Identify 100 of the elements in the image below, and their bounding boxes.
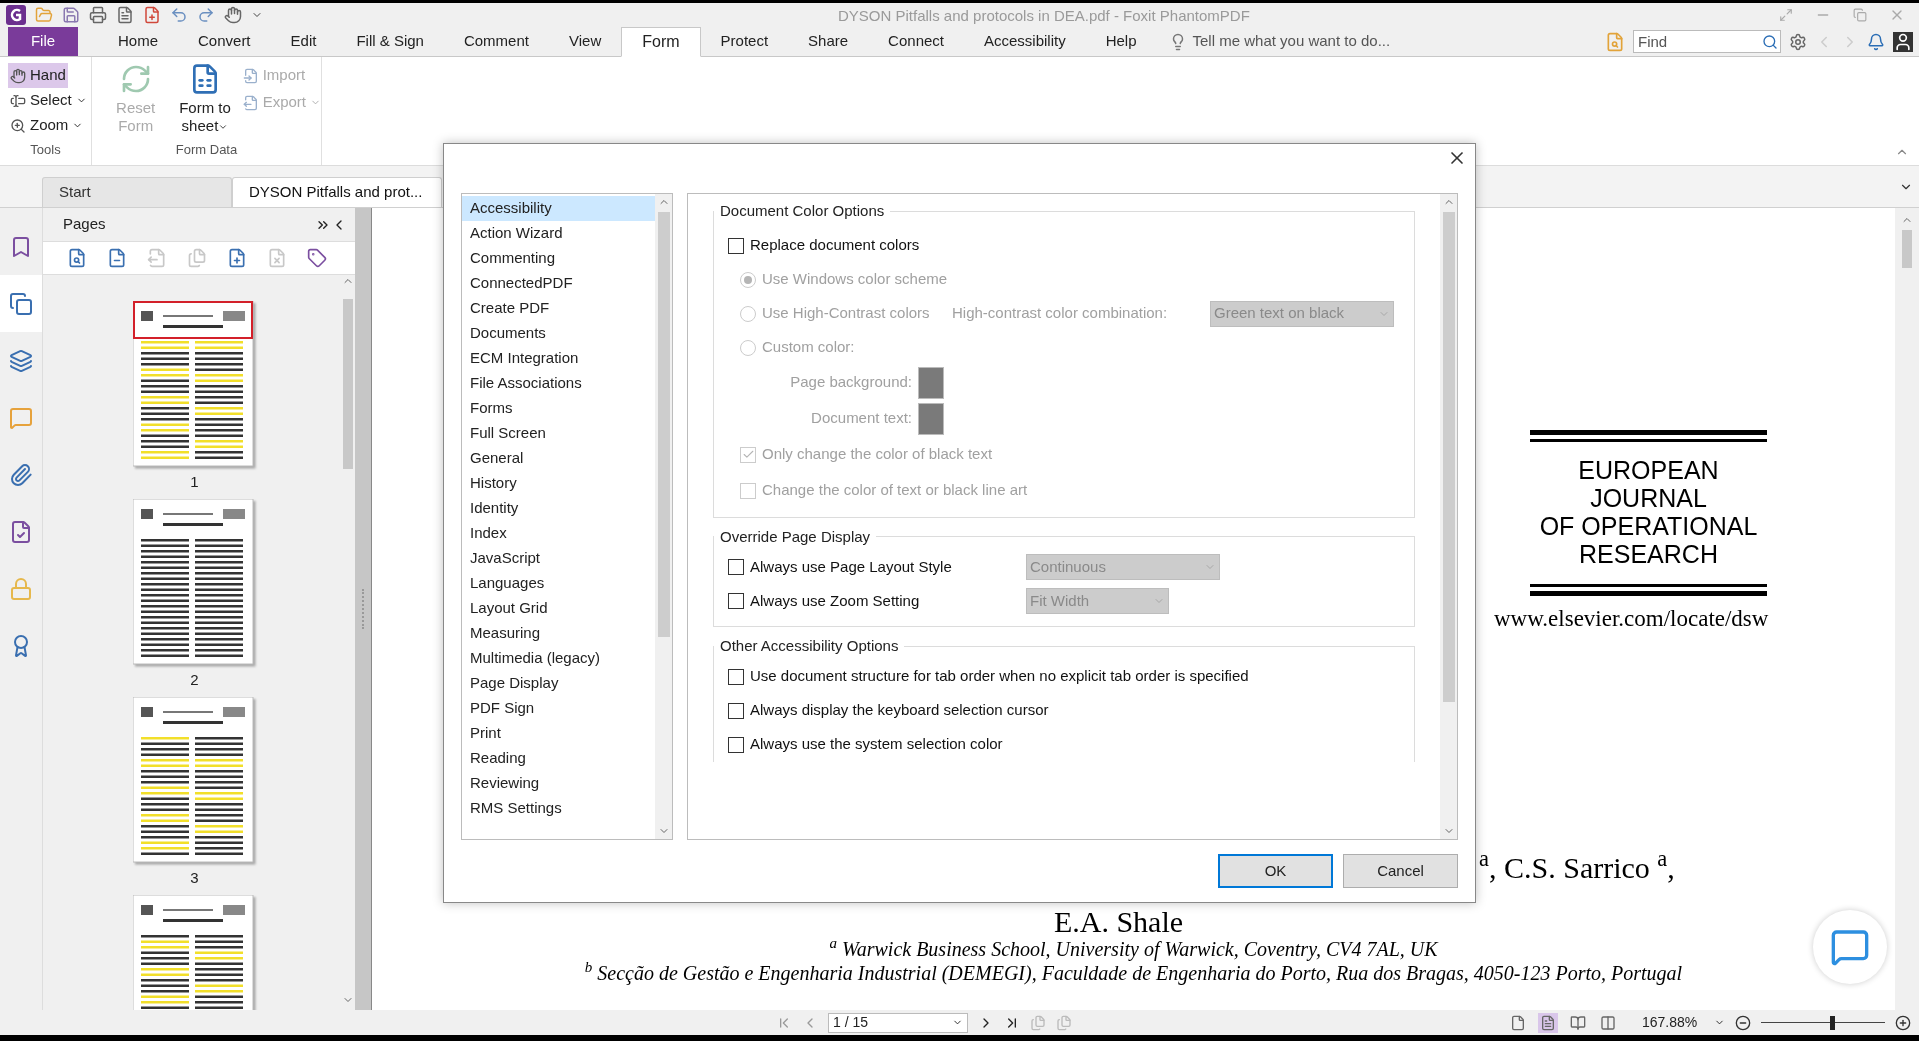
category-item[interactable]: History [462, 471, 655, 496]
ribbon-tab[interactable]: Share [788, 26, 869, 56]
color-swatch[interactable] [918, 366, 944, 399]
page-thumbnail[interactable] [132, 499, 257, 667]
zoom-in-icon[interactable] [1895, 1014, 1911, 1031]
scrollbar-thumb[interactable] [657, 212, 670, 637]
folder-search-icon[interactable] [1605, 31, 1625, 52]
option-label: Use document structure for tab order when no explicit tab order is specified [750, 666, 1249, 687]
option-label: Always use Zoom Setting [750, 590, 920, 611]
category-item[interactable]: Identity [462, 496, 655, 521]
scrollbar-thumb[interactable] [1902, 230, 1912, 268]
category-item[interactable]: File Associations [462, 371, 655, 396]
file-import-icon [242, 67, 259, 84]
dialog-button[interactable]: Cancel [1343, 854, 1458, 888]
scrollbar-thumb[interactable] [1442, 212, 1455, 702]
category-item[interactable]: Measuring [462, 621, 655, 646]
document-tab[interactable]: DYSON Pitfalls and prot... [232, 177, 442, 207]
tool-button[interactable]: Zoom [8, 113, 86, 138]
page-minus-icon[interactable] [107, 248, 127, 268]
checkbox[interactable] [728, 736, 744, 753]
find-field[interactable]: Find [1633, 30, 1781, 53]
category-item[interactable]: Action Wizard [462, 221, 655, 246]
category-item[interactable]: Documents [462, 321, 655, 346]
check-icon [741, 448, 755, 461]
ribbon-tab[interactable]: Edit [270, 26, 337, 56]
ribbon-tab[interactable]: Help [1085, 26, 1157, 56]
file-tab[interactable]: File [8, 27, 78, 56]
restore-icon[interactable] [1853, 8, 1867, 22]
checkbox[interactable] [728, 593, 744, 609]
option-label: Change the color of text or black line art [762, 480, 1028, 501]
ribbon-tab[interactable]: Convert [178, 26, 271, 56]
ribbon-tab[interactable]: Accessibility [964, 26, 1086, 56]
page-search-icon[interactable] [67, 248, 87, 268]
scrollbar-thumb[interactable] [342, 299, 353, 469]
category-item[interactable]: PDF Sign [462, 696, 655, 721]
view-mode-button[interactable] [1538, 1012, 1558, 1033]
checkbox[interactable] [728, 668, 744, 685]
scrollbar[interactable] [655, 194, 672, 839]
tell-me-field[interactable]: Tell me what you want to do... [1192, 30, 1453, 53]
folder-icon[interactable] [35, 6, 53, 24]
settings-icon[interactable] [1789, 32, 1807, 51]
checkbox[interactable] [728, 702, 744, 719]
category-item[interactable]: Commenting [462, 246, 655, 271]
category-item[interactable]: Accessibility [462, 196, 655, 221]
category-item[interactable]: Page Display [462, 671, 655, 696]
checkbox[interactable] [728, 559, 744, 575]
ribbon-tab[interactable]: Fill & Sign [336, 26, 444, 56]
ribbon-button[interactable]: Form to sheet [173, 63, 237, 135]
page-plus-icon[interactable] [227, 248, 247, 268]
tool-button[interactable]: Hand [8, 63, 68, 88]
full-screen-icon[interactable] [1779, 8, 1793, 22]
ribbon-tab[interactable]: View [548, 26, 622, 56]
category-item[interactable]: General [462, 446, 655, 471]
category-item[interactable]: ECM Integration [462, 346, 655, 371]
category-item[interactable]: Index [462, 521, 655, 546]
hand-icon[interactable] [224, 6, 242, 24]
ribbon-tab[interactable]: Protect [700, 26, 789, 56]
bell-icon[interactable] [1867, 32, 1885, 51]
tool-button[interactable]: Select [8, 88, 89, 113]
category-item[interactable]: Languages [462, 571, 655, 596]
ribbon-tab[interactable]: Form [621, 27, 701, 57]
dialog-button[interactable]: OK [1218, 854, 1333, 888]
page-thumbnail[interactable] [132, 697, 257, 865]
ribbon-tab[interactable]: Connect [868, 26, 964, 56]
category-item[interactable]: Print [462, 721, 655, 746]
document-icon[interactable] [116, 6, 134, 24]
ribbon-tab[interactable]: Comment [443, 26, 549, 56]
file-plus-icon[interactable] [143, 6, 161, 24]
zoom-slider[interactable] [1761, 1015, 1885, 1030]
print-icon[interactable] [89, 6, 107, 24]
chat-button[interactable] [1813, 910, 1887, 984]
search-icon[interactable] [1762, 33, 1778, 50]
category-item[interactable]: Forms [462, 396, 655, 421]
color-swatch[interactable] [918, 402, 944, 435]
slider-thumb[interactable] [1829, 1015, 1835, 1030]
pages-icon [9, 291, 33, 316]
checkbox[interactable] [728, 237, 744, 254]
category-item[interactable]: Full Screen [462, 421, 655, 446]
redo-icon[interactable] [197, 6, 215, 24]
category-item[interactable]: ConnectedPDF [462, 271, 655, 296]
category-item[interactable]: Create PDF [462, 296, 655, 321]
scrollbar[interactable] [1895, 208, 1919, 1010]
category-item[interactable]: Multimedia (legacy) [462, 646, 655, 671]
category-item[interactable]: JavaScript [462, 546, 655, 571]
category-item[interactable]: Reading [462, 746, 655, 771]
zoom-level[interactable]: 167.88% [1642, 1012, 1704, 1033]
category-item[interactable]: Layout Grid [462, 596, 655, 621]
ribbon-tab[interactable]: Home [98, 26, 178, 56]
category-item[interactable]: Reviewing [462, 771, 655, 796]
document-tab[interactable]: Start [42, 177, 232, 207]
user-icon[interactable] [1893, 31, 1913, 52]
tag-icon[interactable] [307, 248, 327, 268]
page-number-field[interactable]: 1 / 15 [828, 1012, 968, 1033]
zoom-out-icon[interactable] [1735, 1014, 1751, 1031]
sidebar-tab[interactable] [0, 275, 42, 332]
category-item[interactable]: RMS Settings [462, 796, 655, 821]
page-thumbnail[interactable] [132, 301, 257, 469]
save-icon[interactable] [62, 6, 80, 24]
undo-icon[interactable] [170, 6, 188, 24]
scrollbar[interactable] [1440, 194, 1457, 839]
